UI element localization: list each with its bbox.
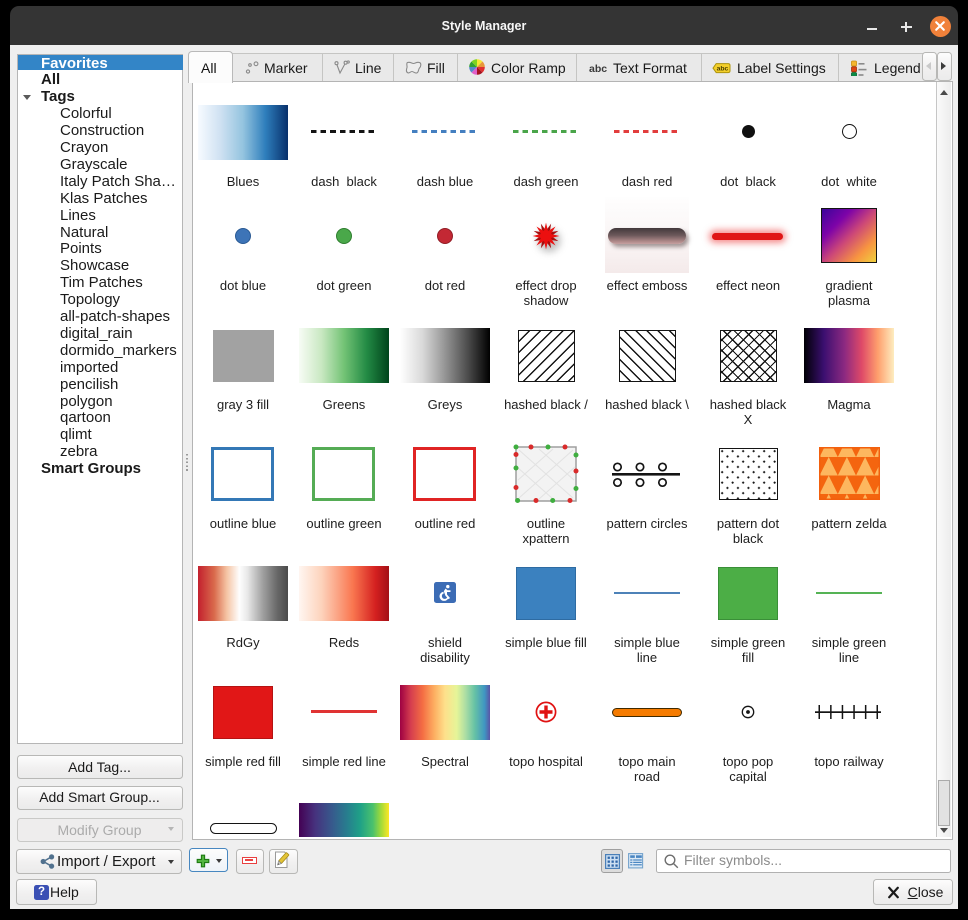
svg-text:abc: abc xyxy=(589,63,607,74)
svg-text:abc: abc xyxy=(717,65,729,72)
